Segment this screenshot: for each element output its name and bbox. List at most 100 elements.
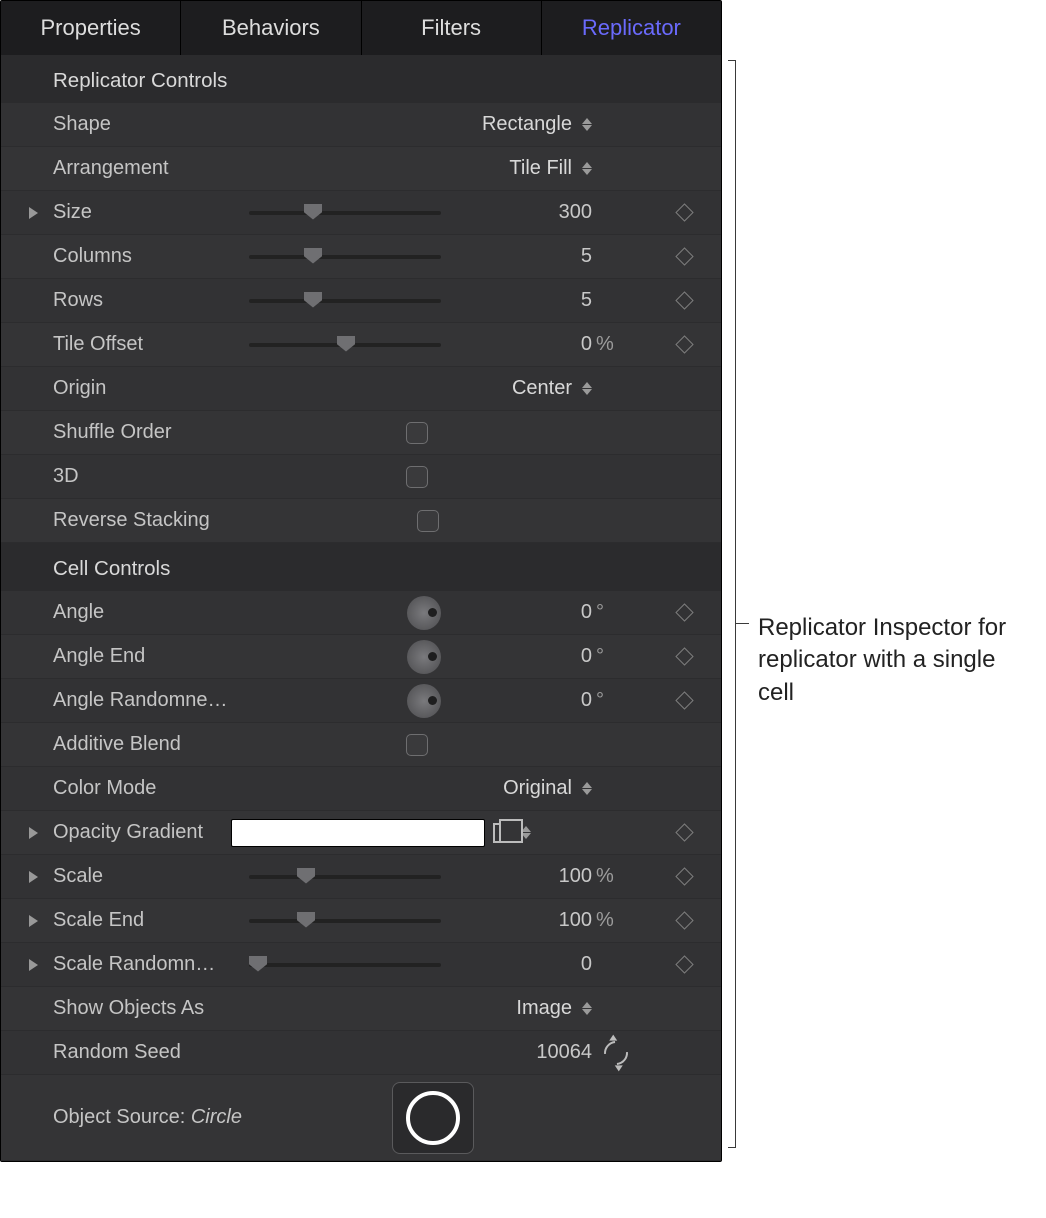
- angle-rand-value[interactable]: 0: [581, 689, 592, 712]
- disclosure-icon[interactable]: [29, 207, 38, 219]
- angle-end-dial[interactable]: [407, 640, 441, 674]
- shape-popup[interactable]: Rectangle: [482, 113, 592, 136]
- rows-value[interactable]: 5: [581, 289, 592, 312]
- scale-rand-slider[interactable]: [249, 963, 441, 967]
- tile-offset-unit: %: [596, 333, 630, 356]
- rows-label: Rows: [53, 289, 231, 312]
- keyframe-icon[interactable]: [675, 955, 693, 973]
- opacity-gradient-row: Opacity Gradient: [1, 811, 721, 855]
- show-as-popup[interactable]: Image: [516, 997, 592, 1020]
- angle-end-value[interactable]: 0: [581, 645, 592, 668]
- size-value[interactable]: 300: [559, 201, 592, 224]
- opacity-gradient-label: Opacity Gradient: [53, 821, 231, 844]
- random-seed-row: Random Seed 10064: [1, 1031, 721, 1075]
- stepper-icon: [582, 382, 592, 395]
- scale-end-value[interactable]: 100: [559, 909, 592, 932]
- keyframe-icon[interactable]: [675, 867, 693, 885]
- origin-row: Origin Center: [1, 367, 721, 411]
- threeD-row: 3D: [1, 455, 721, 499]
- scale-value[interactable]: 100: [559, 865, 592, 888]
- scale-end-slider[interactable]: [249, 919, 441, 923]
- size-slider[interactable]: [249, 211, 441, 215]
- keyframe-icon[interactable]: [675, 247, 693, 265]
- scale-slider[interactable]: [249, 875, 441, 879]
- disclosure-icon[interactable]: [29, 915, 38, 927]
- shape-label: Shape: [53, 113, 231, 136]
- keyframe-icon[interactable]: [675, 691, 693, 709]
- angle-end-unit: °: [596, 645, 630, 668]
- tab-bar: Properties Behaviors Filters Replicator: [1, 1, 721, 55]
- regenerate-icon[interactable]: [599, 1036, 633, 1070]
- angle-value[interactable]: 0: [581, 601, 592, 624]
- columns-value[interactable]: 5: [581, 245, 592, 268]
- tile-offset-row: Tile Offset 0 %: [1, 323, 721, 367]
- callout-text: Replicator Inspector for replicator with…: [758, 612, 1018, 709]
- object-source-row: Object Source: Circle: [1, 1075, 721, 1161]
- gradient-preset-button[interactable]: [493, 823, 531, 843]
- color-mode-popup[interactable]: Original: [503, 777, 592, 800]
- object-source-well[interactable]: [392, 1082, 474, 1154]
- size-label: Size: [53, 201, 231, 224]
- replicator-controls-header: Replicator Controls: [1, 63, 721, 103]
- tab-replicator[interactable]: Replicator: [542, 1, 721, 55]
- stepper-icon: [582, 118, 592, 131]
- stepper-icon: [582, 1002, 592, 1015]
- opacity-gradient-swatch[interactable]: [231, 819, 485, 847]
- scale-rand-value[interactable]: 0: [581, 953, 592, 976]
- keyframe-icon[interactable]: [675, 647, 693, 665]
- circle-icon: [406, 1091, 460, 1145]
- keyframe-icon[interactable]: [675, 603, 693, 621]
- threeD-label: 3D: [53, 465, 231, 488]
- columns-label: Columns: [53, 245, 231, 268]
- color-mode-row: Color Mode Original: [1, 767, 721, 811]
- angle-dial[interactable]: [407, 596, 441, 630]
- keyframe-icon[interactable]: [675, 911, 693, 929]
- shuffle-row: Shuffle Order: [1, 411, 721, 455]
- object-source-label: Object Source:: [53, 1106, 191, 1128]
- inspector-panel: Properties Behaviors Filters Replicator …: [0, 0, 722, 1162]
- disclosure-icon[interactable]: [29, 871, 38, 883]
- tab-properties[interactable]: Properties: [1, 1, 181, 55]
- arrangement-label: Arrangement: [53, 157, 231, 180]
- tile-offset-slider[interactable]: [249, 343, 441, 347]
- columns-row: Columns 5: [1, 235, 721, 279]
- keyframe-icon[interactable]: [675, 203, 693, 221]
- tab-filters[interactable]: Filters: [362, 1, 542, 55]
- keyframe-icon[interactable]: [675, 291, 693, 309]
- additive-checkbox[interactable]: [406, 734, 428, 756]
- cell-controls-header: Cell Controls: [1, 551, 721, 591]
- random-seed-value[interactable]: 10064: [536, 1041, 592, 1064]
- tab-behaviors[interactable]: Behaviors: [181, 1, 361, 55]
- tile-offset-value[interactable]: 0: [581, 333, 592, 356]
- disclosure-icon[interactable]: [29, 959, 38, 971]
- show-as-row: Show Objects As Image: [1, 987, 721, 1031]
- angle-rand-dial[interactable]: [407, 684, 441, 718]
- keyframe-icon[interactable]: [675, 823, 693, 841]
- stepper-icon: [582, 782, 592, 795]
- shuffle-checkbox[interactable]: [406, 422, 428, 444]
- angle-end-row: Angle End 0 °: [1, 635, 721, 679]
- keyframe-icon[interactable]: [675, 335, 693, 353]
- angle-label: Angle: [53, 601, 231, 624]
- stepper-icon: [582, 162, 592, 175]
- scale-label: Scale: [53, 865, 231, 888]
- bracket-icon: [728, 60, 736, 1148]
- scale-rand-label: Scale Randomn…: [53, 953, 231, 976]
- preset-stack-icon: [493, 823, 513, 843]
- angle-rand-label: Angle Randomne…: [53, 689, 231, 712]
- angle-rand-row: Angle Randomne… 0 °: [1, 679, 721, 723]
- rows-slider[interactable]: [249, 299, 441, 303]
- angle-unit: °: [596, 601, 630, 624]
- shuffle-label: Shuffle Order: [53, 421, 231, 444]
- scale-end-row: Scale End 100 %: [1, 899, 721, 943]
- scale-end-label: Scale End: [53, 909, 231, 932]
- disclosure-icon[interactable]: [29, 827, 38, 839]
- origin-popup[interactable]: Center: [512, 377, 592, 400]
- threeD-checkbox[interactable]: [406, 466, 428, 488]
- object-source-name: Circle: [191, 1106, 242, 1128]
- angle-rand-unit: °: [596, 689, 630, 712]
- arrangement-popup[interactable]: Tile Fill: [509, 157, 592, 180]
- reverse-label: Reverse Stacking: [53, 509, 253, 532]
- columns-slider[interactable]: [249, 255, 441, 259]
- reverse-checkbox[interactable]: [417, 510, 439, 532]
